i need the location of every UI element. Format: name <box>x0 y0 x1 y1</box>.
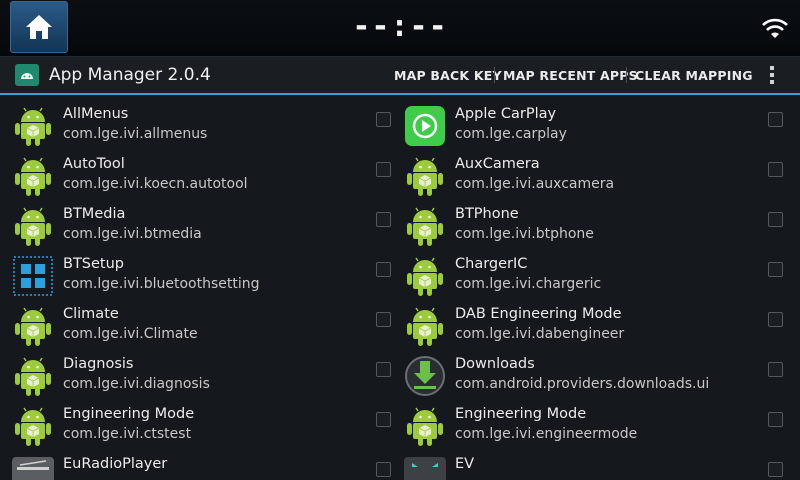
app-package: com.lge.ivi.btmedia <box>63 226 202 242</box>
app-list-right-column: Apple CarPlay com.lge.carplay AuxCamera com… <box>400 95 800 480</box>
app-title: App Manager 2.0.4 <box>49 65 211 85</box>
app-row[interactable]: Engineering Mode com.lge.ivi.engineermode <box>400 395 800 447</box>
app-name: AutoTool <box>63 156 125 172</box>
app-checkbox[interactable] <box>768 362 783 377</box>
overflow-menu-icon[interactable] <box>764 64 780 88</box>
app-name: ChargerIC <box>455 256 528 272</box>
app-checkbox[interactable] <box>376 112 391 127</box>
app-package: com.lge.ivi.allmenus <box>63 126 208 142</box>
app-name: AllMenus <box>63 106 129 122</box>
app-package: com.lge.ivi.koecn.autotool <box>63 176 248 192</box>
app-checkbox[interactable] <box>768 412 783 427</box>
app-row[interactable]: AllMenus com.lge.ivi.allmenus <box>0 95 400 147</box>
menu-divider <box>626 67 627 83</box>
app-list-left-column: AllMenus com.lge.ivi.allmenus AutoTool com.… <box>0 95 400 480</box>
app-checkbox[interactable] <box>376 212 391 227</box>
app-row[interactable]: Engineering Mode com.lge.ivi.ctstest <box>0 395 400 447</box>
app-row[interactable]: BTPhone com.lge.ivi.btphone <box>400 195 800 247</box>
android-icon <box>12 405 54 447</box>
app-name: EuRadioPlayer <box>63 456 168 472</box>
app-package: com.android.providers.downloads.ui <box>455 376 710 392</box>
app-checkbox[interactable] <box>768 212 783 227</box>
radio-icon <box>12 455 54 480</box>
app-checkbox[interactable] <box>376 262 391 277</box>
ev-icon <box>404 455 446 480</box>
app-checkbox[interactable] <box>376 412 391 427</box>
android-icon <box>12 305 54 347</box>
app-row[interactable]: BTMedia com.lge.ivi.btmedia <box>0 195 400 247</box>
android-icon <box>12 205 54 247</box>
app-package: com.lge.ivi.chargeric <box>455 276 602 292</box>
app-name: BTSetup <box>63 256 125 272</box>
app-row[interactable]: Diagnosis com.lge.ivi.diagnosis <box>0 345 400 397</box>
app-row[interactable]: Apple CarPlay com.lge.carplay <box>400 95 800 147</box>
android-icon <box>404 405 446 447</box>
action-bar: App Manager 2.0.4 MAP BACK KEY MAP RECEN… <box>0 57 800 93</box>
app-row[interactable]: Downloads com.android.providers.downloads… <box>400 345 800 397</box>
app-name: EV <box>455 456 475 472</box>
app-package: com.lge.ivi.diagnosis <box>63 376 210 392</box>
app-name: Apple CarPlay <box>455 106 557 122</box>
carplay-icon <box>404 105 446 147</box>
app-package: com.lge.ivi.engineermode <box>455 426 638 442</box>
clear-mapping-button[interactable]: CLEAR MAPPING <box>635 68 753 83</box>
app-checkbox[interactable] <box>376 312 391 327</box>
app-name: Engineering Mode <box>63 406 195 422</box>
app-name: Engineering Mode <box>455 406 587 422</box>
grid-icon <box>12 255 54 297</box>
app-row[interactable]: DAB Engineering Mode com.lge.ivi.dabengin… <box>400 295 800 347</box>
app-package: com.lge.carplay <box>455 126 567 142</box>
app-row[interactable]: AuxCamera com.lge.ivi.auxcamera <box>400 145 800 197</box>
app-name: BTMedia <box>63 206 126 222</box>
android-icon <box>404 305 446 347</box>
android-icon <box>12 105 54 147</box>
map-back-key-button[interactable]: MAP BACK KEY <box>394 68 502 83</box>
app-row[interactable]: EV <box>400 445 800 480</box>
app-checkbox[interactable] <box>376 362 391 377</box>
app-row[interactable]: EuRadioPlayer <box>0 445 400 480</box>
app-name: BTPhone <box>455 206 519 222</box>
app-row[interactable]: AutoTool com.lge.ivi.koecn.autotool <box>0 145 400 197</box>
app-package: com.lge.ivi.bluetoothsetting <box>63 276 260 292</box>
app-row[interactable]: Climate com.lge.ivi.Climate <box>0 295 400 347</box>
android-icon <box>12 155 54 197</box>
app-name: Downloads <box>455 356 535 372</box>
app-logo-icon <box>15 64 39 86</box>
wifi-icon <box>762 18 788 38</box>
app-checkbox[interactable] <box>376 462 391 477</box>
app-row[interactable]: ChargerIC com.lge.ivi.chargeric <box>400 245 800 297</box>
app-package: com.lge.ivi.btphone <box>455 226 594 242</box>
app-package: com.lge.ivi.auxcamera <box>455 176 615 192</box>
app-checkbox[interactable] <box>768 112 783 127</box>
app-name: Climate <box>63 306 119 322</box>
android-icon <box>404 205 446 247</box>
app-checkbox[interactable] <box>768 162 783 177</box>
app-checkbox[interactable] <box>768 312 783 327</box>
download-icon <box>404 355 446 397</box>
app-checkbox[interactable] <box>768 462 783 477</box>
app-name: DAB Engineering Mode <box>455 306 622 322</box>
app-package: com.lge.ivi.Climate <box>63 326 198 342</box>
app-package: com.lge.ivi.ctstest <box>63 426 192 442</box>
clock: --:-- <box>352 9 448 44</box>
status-bar: --:-- <box>0 0 800 57</box>
app-package: com.lge.ivi.dabengineer <box>455 326 625 342</box>
app-name: Diagnosis <box>63 356 134 372</box>
android-icon <box>404 255 446 297</box>
android-icon <box>12 355 54 397</box>
app-row[interactable]: BTSetup com.lge.ivi.bluetoothsetting <box>0 245 400 297</box>
map-recent-apps-button[interactable]: MAP RECENT APPS <box>503 68 638 83</box>
app-checkbox[interactable] <box>768 262 783 277</box>
android-icon <box>404 155 446 197</box>
app-list: AllMenus com.lge.ivi.allmenus AutoTool com.… <box>0 95 800 480</box>
app-name: AuxCamera <box>455 156 540 172</box>
app-checkbox[interactable] <box>376 162 391 177</box>
menu-divider <box>494 67 495 83</box>
